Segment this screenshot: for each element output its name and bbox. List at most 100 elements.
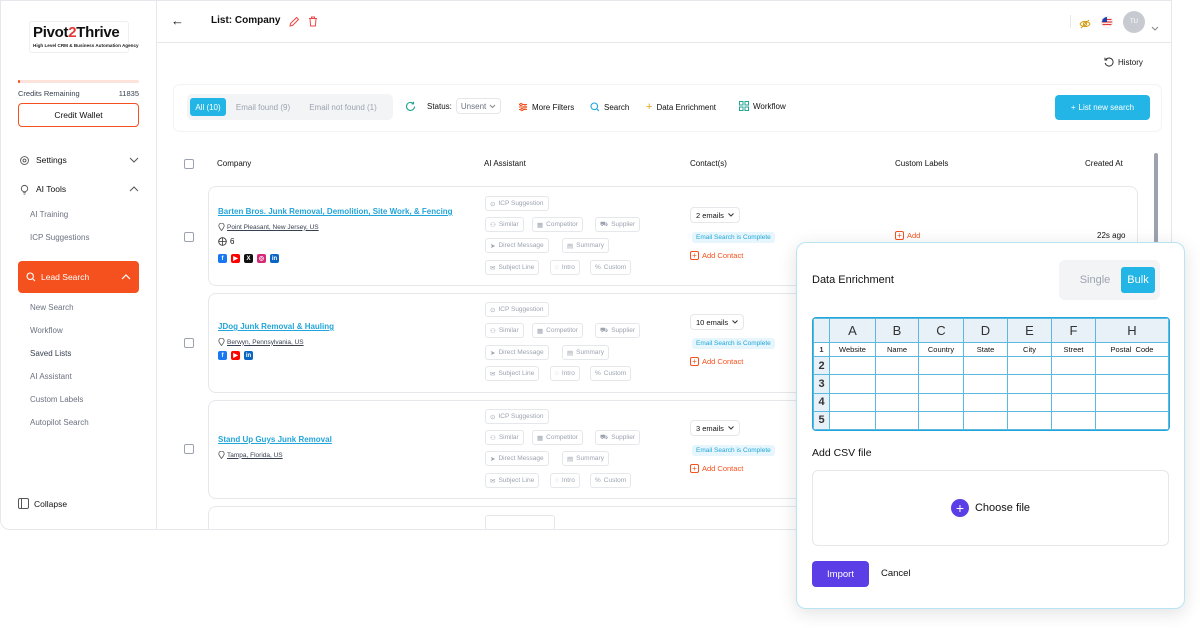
- add-contact-button[interactable]: + Add Contact: [690, 464, 743, 473]
- mode-single[interactable]: Single: [1069, 267, 1121, 293]
- direct-message-chip[interactable]: ➤ Direct Message: [485, 451, 549, 466]
- email-search-status: Email Search is Complete: [692, 338, 775, 349]
- mode-bulk[interactable]: Bulk: [1121, 267, 1155, 293]
- subject-line-chip[interactable]: ✉ Subject Line: [485, 473, 540, 488]
- direct-message-chip[interactable]: ➤ Direct Message: [485, 345, 549, 360]
- add-contact-button[interactable]: + Add Contact: [690, 357, 743, 366]
- row-checkbox[interactable]: [184, 444, 194, 454]
- sidebar-item-autopilot-search[interactable]: Autopilot Search: [30, 418, 89, 427]
- choose-file-label[interactable]: Choose file: [975, 502, 1030, 514]
- sidebar-item-lead-search[interactable]: Lead Search: [18, 261, 139, 293]
- avatar[interactable]: TU: [1123, 11, 1145, 33]
- similar-chip[interactable]: ⚇ Similar: [485, 430, 524, 445]
- add-contact-button[interactable]: + Add Contact: [690, 251, 743, 260]
- facebook-icon[interactable]: f: [218, 351, 227, 360]
- chevron-down-icon[interactable]: [1151, 18, 1159, 36]
- custom-chip[interactable]: % Custom: [590, 260, 632, 275]
- workflow-button[interactable]: Workflow: [739, 101, 786, 111]
- company-name-link[interactable]: Barten Bros. Junk Removal, Demolition, S…: [218, 207, 453, 216]
- users-icon: ⚇: [490, 327, 496, 335]
- icp-suggestion-chip[interactable]: [485, 515, 555, 529]
- competitor-chip[interactable]: ▦ Competitor: [532, 430, 583, 445]
- linkedin-icon[interactable]: in: [244, 351, 253, 360]
- icp-suggestion-chip[interactable]: ⊙ ICP Suggestion: [485, 196, 549, 211]
- row-checkbox[interactable]: [184, 232, 194, 242]
- intro-chip[interactable]: ◌ Intro: [550, 366, 580, 381]
- company-name-link[interactable]: JDog Junk Removal & Hauling: [218, 322, 334, 331]
- sidebar-item-ai-tools[interactable]: AI Tools: [18, 181, 139, 197]
- sidebar-item-custom-labels[interactable]: Custom Labels: [30, 395, 83, 404]
- summary-chip[interactable]: ▤ Summary: [562, 451, 609, 466]
- summary-chip[interactable]: ▤ Summary: [562, 345, 609, 360]
- sidebar-item-ai-training[interactable]: AI Training: [30, 210, 68, 219]
- youtube-icon[interactable]: ▶: [231, 351, 240, 360]
- search-button[interactable]: Search: [590, 102, 629, 112]
- email-search-status: Email Search is Complete: [692, 445, 775, 456]
- instagram-icon[interactable]: ◎: [257, 254, 266, 263]
- table-scrollbar[interactable]: [1154, 153, 1158, 243]
- x-twitter-icon[interactable]: X: [244, 254, 253, 263]
- intro-chip[interactable]: ◌ Intro: [550, 473, 580, 488]
- company-location[interactable]: Berwyn, Pennsylvania, US: [218, 338, 304, 346]
- sidebar-item-new-search[interactable]: New Search: [30, 303, 74, 312]
- supplier-chip[interactable]: ⛟ Supplier: [595, 323, 641, 338]
- direct-message-chip[interactable]: ➤ Direct Message: [485, 238, 549, 253]
- icp-suggestion-chip[interactable]: ⊙ ICP Suggestion: [485, 409, 549, 424]
- brand-logo[interactable]: Pivot2Thrive High Level CRM & Business A…: [29, 21, 139, 53]
- similar-chip[interactable]: ⚇ Similar: [485, 323, 524, 338]
- tab-all[interactable]: All (10): [190, 98, 226, 116]
- facebook-icon[interactable]: f: [218, 254, 227, 263]
- company-name-link[interactable]: Stand Up Guys Junk Removal: [218, 435, 332, 444]
- chip-label: Competitor: [546, 434, 578, 441]
- emails-dropdown[interactable]: 2 emails: [690, 207, 740, 223]
- youtube-icon[interactable]: ▶: [231, 254, 240, 263]
- supplier-chip[interactable]: ⛟ Supplier: [595, 430, 641, 445]
- more-filters-button[interactable]: More Filters: [518, 102, 574, 112]
- subject-line-chip[interactable]: ✉ Subject Line: [485, 366, 540, 381]
- sidebar-item-ai-assistant[interactable]: AI Assistant: [30, 372, 72, 381]
- summary-chip[interactable]: ▤ Summary: [562, 238, 609, 253]
- sidebar-item-icp-suggestions[interactable]: ICP Suggestions: [30, 233, 89, 242]
- data-enrichment-button[interactable]: + Data Enrichment: [646, 102, 716, 113]
- add-label-button[interactable]: + Add: [895, 231, 920, 240]
- history-button[interactable]: History: [1104, 57, 1143, 67]
- sidebar-item-settings[interactable]: Settings: [18, 152, 139, 168]
- emails-dropdown[interactable]: 3 emails: [690, 420, 740, 436]
- linkedin-icon[interactable]: in: [270, 254, 279, 263]
- competitor-chip[interactable]: ▦ Competitor: [532, 323, 583, 338]
- credit-wallet-button[interactable]: Credit Wallet: [18, 103, 139, 127]
- tab-email-found[interactable]: Email found (9): [230, 98, 296, 116]
- company-location[interactable]: Tampa, Florida, US: [218, 451, 283, 459]
- import-button[interactable]: Import: [812, 561, 869, 587]
- cancel-button[interactable]: Cancel: [881, 568, 911, 579]
- select-all-checkbox[interactable]: [184, 159, 194, 169]
- similar-chip[interactable]: ⚇ Similar: [485, 217, 524, 232]
- refresh-icon[interactable]: [405, 101, 416, 112]
- eye-off-icon[interactable]: [1079, 16, 1091, 34]
- intro-chip[interactable]: ◌ Intro: [550, 260, 580, 275]
- back-arrow-icon[interactable]: ←: [171, 13, 184, 28]
- edit-icon[interactable]: [289, 14, 300, 32]
- collapse-button[interactable]: Collapse: [18, 498, 67, 509]
- subject-line-chip[interactable]: ✉ Subject Line: [485, 260, 540, 275]
- competitor-chip[interactable]: ▦ Competitor: [532, 217, 583, 232]
- company-location[interactable]: Point Pleasant, New Jersey, US: [218, 223, 319, 231]
- emails-dropdown[interactable]: 10 emails: [690, 314, 745, 330]
- chip-label: Summary: [576, 349, 604, 356]
- status-filter[interactable]: Status: Unsent: [427, 98, 502, 114]
- trash-icon[interactable]: [308, 14, 318, 32]
- icp-suggestion-chip[interactable]: ⊙ ICP Suggestion: [485, 302, 549, 317]
- file-drop-zone[interactable]: + Choose file: [812, 470, 1169, 546]
- chevron-down-icon: [732, 320, 738, 324]
- sidebar-item-saved-lists[interactable]: Saved Lists: [30, 349, 71, 358]
- supplier-chip[interactable]: ⛟ Supplier: [595, 217, 641, 232]
- map-pin-icon: [218, 338, 225, 346]
- status-select[interactable]: Unsent: [455, 98, 502, 114]
- sidebar-item-workflow[interactable]: Workflow: [30, 326, 63, 335]
- row-checkbox[interactable]: [184, 338, 194, 348]
- custom-chip[interactable]: % Custom: [590, 366, 632, 381]
- list-new-search-button[interactable]: + List new search: [1055, 95, 1150, 120]
- custom-chip[interactable]: % Custom: [590, 473, 632, 488]
- tab-email-not-found[interactable]: Email not found (1): [303, 98, 383, 116]
- us-flag-icon[interactable]: [1101, 15, 1113, 33]
